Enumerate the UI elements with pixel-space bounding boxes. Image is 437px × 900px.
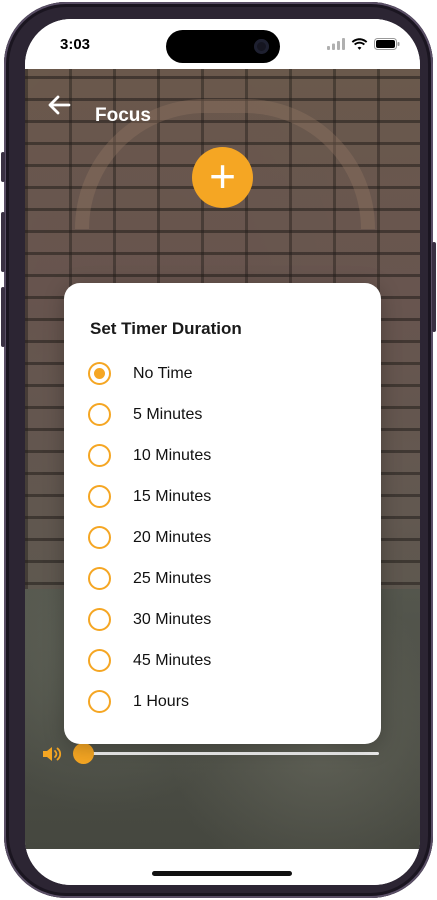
speaker-icon (43, 747, 62, 761)
app-header: Focus (25, 69, 420, 129)
option-label: 45 Minutes (133, 651, 212, 669)
duration-option[interactable]: 25 Minutes (88, 558, 358, 599)
duration-option[interactable]: 20 Minutes (88, 517, 358, 558)
screen: 3:03 Focus + Set Timer Duration No Time … (25, 19, 420, 885)
option-label: 15 Minutes (133, 487, 212, 505)
home-area (25, 849, 420, 885)
option-label: No Time (133, 364, 193, 382)
radio-button[interactable] (88, 526, 111, 549)
plus-icon: + (209, 150, 236, 202)
radio-button[interactable] (88, 567, 111, 590)
add-button[interactable]: + (192, 147, 253, 208)
battery-icon (374, 38, 400, 50)
volume-down-button (1, 287, 5, 347)
duration-options: No Time 5 Minutes 10 Minutes 15 Minutes (88, 353, 358, 722)
option-label: 30 Minutes (133, 610, 212, 628)
option-label: 10 Minutes (133, 446, 212, 464)
radio-button[interactable] (88, 690, 111, 713)
option-label: 1 Hours (133, 692, 190, 710)
radio-button[interactable] (88, 362, 111, 385)
phone-frame: 3:03 Focus + Set Timer Duration No Time … (1, 2, 436, 898)
arrow-left-icon[interactable] (45, 91, 73, 119)
timer-duration-dialog: Set Timer Duration No Time 5 Minutes 10 … (64, 283, 381, 744)
radio-button[interactable] (88, 608, 111, 631)
duration-option[interactable]: 45 Minutes (88, 640, 358, 681)
cellular-icon (327, 38, 345, 50)
option-label: 5 Minutes (133, 405, 203, 423)
option-label: 20 Minutes (133, 528, 212, 546)
camera-icon (254, 39, 269, 54)
volume-slider[interactable] (73, 743, 379, 764)
status-bar: 3:03 (25, 19, 420, 69)
duration-option[interactable]: 5 Minutes (88, 394, 358, 435)
status-time: 3:03 (60, 36, 91, 53)
wifi-icon (351, 38, 368, 50)
radio-button[interactable] (88, 485, 111, 508)
volume-up-button (1, 212, 5, 272)
radio-button[interactable] (88, 444, 111, 467)
volume-slider-thumb[interactable] (73, 743, 94, 764)
duration-option[interactable]: No Time (88, 353, 358, 394)
page-title: Focus (95, 105, 151, 126)
background-image: Focus + Set Timer Duration No Time 5 Min… (25, 69, 420, 849)
duration-option[interactable]: 10 Minutes (88, 435, 358, 476)
radio-button[interactable] (88, 403, 111, 426)
status-icons (327, 37, 400, 51)
duration-option[interactable]: 30 Minutes (88, 599, 358, 640)
dialog-title: Set Timer Duration (90, 319, 242, 338)
mute-switch (1, 152, 5, 182)
home-indicator[interactable] (152, 871, 292, 876)
option-label: 25 Minutes (133, 569, 212, 587)
duration-option[interactable]: 1 Hours (88, 681, 358, 722)
radio-button[interactable] (88, 649, 111, 672)
duration-option[interactable]: 15 Minutes (88, 476, 358, 517)
power-button (432, 242, 436, 332)
dynamic-island (166, 30, 280, 63)
